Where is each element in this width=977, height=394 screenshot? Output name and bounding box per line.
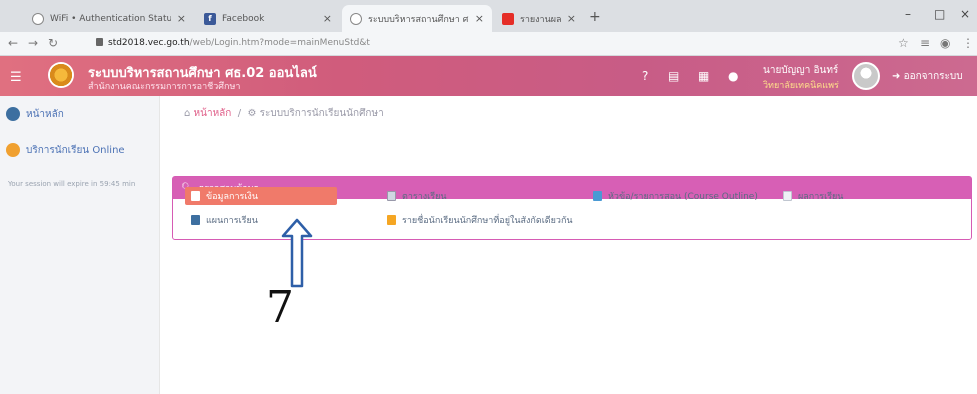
breadcrumb-current: ระบบบริการนักเรียนนักศึกษา	[259, 108, 384, 119]
avatar[interactable]	[852, 62, 880, 90]
hamburger-menu-icon[interactable]: ☰	[10, 70, 22, 85]
book-icon	[191, 215, 200, 225]
tab-title: ระบบบริหารสถานศึกษา ศธ.02 ออนไลน์	[368, 14, 469, 25]
document-icon	[191, 191, 200, 201]
close-icon[interactable]: ×	[567, 12, 576, 25]
address-bar: ← → ↻ std2018.vec.go.th/web/Login.htm?mo…	[0, 32, 977, 56]
menu-item-label: แผนการเรียน	[206, 216, 258, 226]
annotation-arrow	[281, 218, 313, 288]
facebook-icon: f	[204, 12, 216, 25]
new-tab-button[interactable]: +	[589, 9, 601, 25]
extensions-icon[interactable]: ≡	[920, 36, 930, 50]
browser-tab-wifi[interactable]: WiFi • Authentication Status ×	[24, 5, 194, 32]
school-logo	[48, 62, 74, 88]
table-icon	[387, 191, 396, 201]
minimize-button[interactable]: –	[905, 7, 911, 21]
session-expiry-note: Your session will expire in 59:45 min	[8, 180, 136, 188]
close-icon[interactable]: ×	[475, 12, 484, 25]
book-icon[interactable]: ▤	[668, 69, 679, 83]
breadcrumb-home[interactable]: หน้าหลัก	[194, 108, 232, 119]
users-icon	[6, 143, 20, 157]
browser-tab-facebook[interactable]: f Facebook ×	[196, 5, 340, 32]
youtube-icon	[502, 12, 514, 25]
breadcrumb: ⌂ หน้าหลัก / ⚙ ระบบบริการนักเรียนนักศึกษ…	[184, 106, 384, 121]
menu-item-timetable[interactable]: ตารางเรียน	[381, 187, 453, 205]
browser-tab-bar: WiFi • Authentication Status × f Faceboo…	[0, 0, 977, 32]
logout-button[interactable]: ➜ ออกจากระบบ	[892, 69, 963, 84]
breadcrumb-separator: /	[234, 108, 248, 119]
logout-icon: ➜	[892, 71, 904, 82]
annotation-number: 7	[266, 282, 294, 333]
menu-item-label: ข้อมูลการเงิน	[206, 192, 258, 202]
sidebar-item-label: บริการนักเรียน Online	[26, 144, 125, 156]
reload-icon[interactable]: ↻	[48, 36, 58, 50]
star-icon	[387, 215, 396, 225]
wifi-icon	[32, 12, 44, 25]
menu-item-label: ตารางเรียน	[402, 192, 447, 202]
url-host: std2018.vec.go.th	[108, 38, 190, 48]
globe-icon	[350, 12, 362, 25]
logout-label: ออกจากระบบ	[903, 71, 963, 82]
sidebar-item-label: หน้าหลัก	[26, 108, 64, 120]
grade-icon	[783, 191, 792, 201]
url-field[interactable]: std2018.vec.go.th/web/Login.htm?mode=mai…	[108, 38, 370, 48]
profile-icon[interactable]: ◉	[940, 36, 950, 50]
menu-item-study-plan[interactable]: แผนการเรียน	[185, 211, 264, 229]
tab-title: Facebook	[222, 13, 265, 24]
menu-item-finance[interactable]: ข้อมูลการเงิน	[185, 187, 337, 205]
url-path: /web/Login.htm?mode=mainMenuStd&t	[189, 38, 370, 48]
menu-item-grades[interactable]: ผลการเรียน	[777, 187, 849, 205]
star-icon[interactable]: ☆	[898, 36, 909, 50]
menu-item-label: หัวข้อ/รายการสอน (Course Outline)	[608, 192, 758, 202]
menu-item-label: ผลการเรียน	[798, 192, 844, 202]
close-icon[interactable]: ×	[323, 12, 332, 25]
sidebar: หน้าหลัก บริการนักเรียน Online Your sess…	[0, 96, 160, 394]
settings-icon: ⚙	[247, 108, 260, 119]
close-icon[interactable]: ×	[177, 12, 186, 25]
forward-arrow-icon[interactable]: →	[28, 36, 38, 50]
browser-tab-report[interactable]: รายงานผลการเรียนนักศึกษา ×	[494, 5, 584, 32]
tab-title: รายงานผลการเรียนนักศึกษา	[520, 14, 561, 25]
menu-item-label: รายชื่อนักเรียนนักศึกษาที่อยู่ในสังกัดเด…	[402, 216, 573, 226]
menu-item-classmates[interactable]: รายชื่อนักเรียนนักศึกษาที่อยู่ในสังกัดเด…	[381, 211, 579, 229]
sidebar-item-home[interactable]: หน้าหลัก	[6, 104, 64, 124]
menu-dots-icon[interactable]: ⋮	[962, 36, 974, 50]
help-icon[interactable]: ?	[642, 69, 648, 83]
close-window-button[interactable]: ×	[960, 7, 970, 21]
bell-icon[interactable]: ●	[728, 69, 738, 83]
calendar-icon[interactable]: ▦	[698, 69, 709, 83]
user-name: นายบัญญา อินทร์	[763, 65, 839, 76]
maximize-button[interactable]: □	[934, 7, 945, 21]
back-arrow-icon[interactable]: ←	[8, 36, 18, 50]
app-header: ☰ ระบบบริหารสถานศึกษา ศธ.02 ออนไลน์ สำนั…	[0, 56, 977, 96]
user-school: วิทยาลัยเทคนิคแพร่	[763, 81, 839, 91]
home-icon: ⌂	[184, 108, 194, 119]
app-subtitle: สำนักงานคณะกรรมการการอาชีวศึกษา	[88, 82, 241, 92]
browser-tab-active[interactable]: ระบบบริหารสถานศึกษา ศธ.02 ออนไลน์ ×	[342, 5, 492, 32]
menu-item-course-outline[interactable]: หัวข้อ/รายการสอน (Course Outline)	[587, 187, 764, 205]
sidebar-item-student-services[interactable]: บริการนักเรียน Online	[6, 140, 125, 160]
lock-icon	[96, 38, 103, 46]
home-icon	[6, 107, 20, 121]
tab-title: WiFi • Authentication Status	[50, 13, 171, 24]
check-circle-icon	[593, 191, 602, 201]
